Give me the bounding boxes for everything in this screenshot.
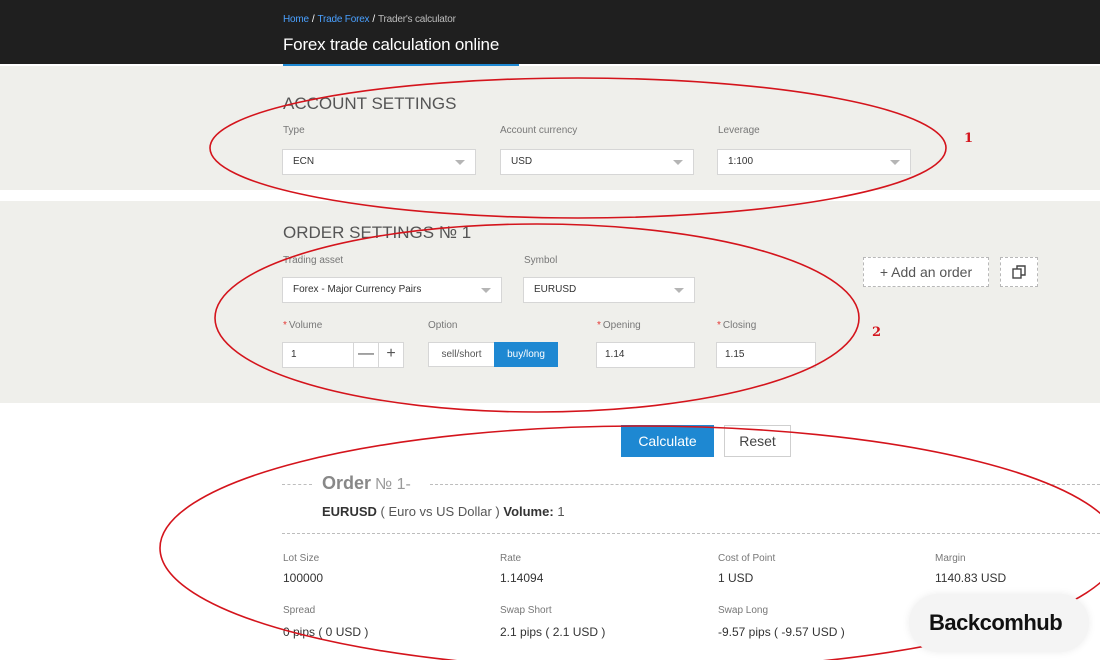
closing-input[interactable]: 1.15: [716, 342, 816, 368]
swap-short-value: 2.1 pips ( 2.1 USD ): [500, 625, 606, 639]
order-description: EURUSD ( Euro vs US Dollar ) Volume: 1: [322, 504, 565, 519]
chevron-down-icon: [674, 288, 684, 293]
breadcrumb-current: Trader's calculator: [377, 14, 456, 25]
breadcrumb-home[interactable]: Home: [283, 14, 309, 25]
annotation-number-1: 1: [964, 131, 974, 146]
divider: [430, 484, 1100, 485]
rate-value: 1.14094: [500, 571, 544, 585]
symbol-label: Symbol: [524, 255, 558, 266]
leverage-value: 1:100: [728, 156, 754, 167]
type-select-value: ECN: [293, 156, 315, 167]
account-currency-value: USD: [511, 156, 533, 167]
order-heading-label: Order: [322, 473, 372, 493]
order-settings-title: ORDER SETTINGS № 1: [283, 223, 472, 242]
logo-text: Backcomhub: [929, 610, 1063, 635]
margin-label: Margin: [935, 553, 966, 564]
chevron-down-icon: [890, 160, 900, 165]
trading-asset-value: Forex - Major Currency Pairs: [293, 284, 422, 295]
reset-button[interactable]: Reset: [724, 425, 791, 457]
leverage-select[interactable]: 1:100: [717, 149, 911, 175]
volume-value[interactable]: 1: [291, 343, 297, 367]
account-settings-title: ACCOUNT SETTINGS: [283, 94, 457, 113]
trading-asset-label: Trading asset: [283, 255, 344, 266]
lot-size-label: Lot Size: [283, 553, 320, 564]
chevron-down-icon: [673, 160, 683, 165]
required-mark: *: [283, 320, 287, 331]
breadcrumb-separator: /: [311, 14, 315, 25]
divider: [282, 533, 1100, 534]
order-symbol-description: ( Euro vs US Dollar ): [380, 504, 500, 519]
order-volume-label: Volume:: [503, 504, 554, 519]
copy-icon: [1012, 265, 1026, 279]
option-buy-long[interactable]: buy/long: [494, 342, 558, 367]
required-mark: *: [717, 320, 721, 331]
swap-short-label: Swap Short: [500, 605, 552, 616]
type-select[interactable]: ECN: [282, 149, 476, 175]
calculate-button[interactable]: Calculate: [621, 425, 714, 457]
symbol-value: EURUSD: [534, 284, 577, 295]
volume-decrement-button[interactable]: —: [353, 343, 378, 367]
copy-order-button[interactable]: [1000, 257, 1038, 287]
add-order-button[interactable]: + Add an order: [863, 257, 989, 287]
closing-label: * Closing: [717, 320, 757, 331]
symbol-select[interactable]: EURUSD: [523, 277, 695, 303]
volume-label: * Volume: [283, 320, 323, 331]
volume-increment-button[interactable]: +: [378, 343, 403, 367]
option-label: Option: [428, 320, 458, 331]
swap-long-label: Swap Long: [718, 605, 769, 616]
required-mark: *: [597, 320, 601, 331]
cost-of-point-label: Cost of Point: [718, 553, 776, 564]
chevron-down-icon: [455, 160, 465, 165]
option-sell-short[interactable]: sell/short: [428, 342, 495, 367]
leverage-label: Leverage: [718, 125, 760, 136]
account-currency-select[interactable]: USD: [500, 149, 694, 175]
volume-stepper[interactable]: 1 — +: [282, 342, 404, 368]
breadcrumb: Home / Trade Forex / Trader's calculator: [283, 14, 456, 25]
opening-input[interactable]: 1.14: [596, 342, 695, 368]
chevron-down-icon: [481, 288, 491, 293]
account-currency-label: Account currency: [500, 125, 578, 136]
lot-size-value: 100000: [283, 571, 324, 585]
breadcrumb-trade-forex[interactable]: Trade Forex: [317, 14, 369, 25]
order-symbol: EURUSD: [322, 504, 377, 519]
trading-asset-select[interactable]: Forex - Major Currency Pairs: [282, 277, 502, 303]
page-header: Home / Trade Forex / Trader's calculator For…: [0, 0, 1100, 64]
margin-value: 1140.83 USD: [935, 571, 1007, 585]
account-settings-section: ACCOUNT SETTINGS Type ECN Account curren…: [0, 66, 1100, 190]
order-settings-section: ORDER SETTINGS № 1 Trading asset Forex -…: [0, 201, 1100, 403]
swap-long-value: -9.57 pips ( -9.57 USD ): [718, 625, 845, 639]
spread-value: 0 pips ( 0 USD ): [283, 625, 369, 639]
type-label: Type: [283, 125, 305, 136]
order-heading-number: № 1-: [375, 476, 411, 493]
rate-label: Rate: [500, 553, 522, 564]
cost-of-point-value: 1 USD: [718, 571, 754, 585]
watermark-logo: Backcomhub: [909, 594, 1089, 652]
order-volume-value: 1: [557, 504, 565, 519]
divider: [282, 484, 312, 485]
page-title: Forex trade calculation online: [283, 35, 500, 54]
breadcrumb-separator: /: [372, 14, 375, 25]
spread-label: Spread: [283, 605, 316, 616]
opening-label: * Opening: [597, 320, 641, 331]
annotation-number-2: 2: [872, 325, 882, 340]
order-result-heading: Order № 1-: [322, 473, 411, 494]
